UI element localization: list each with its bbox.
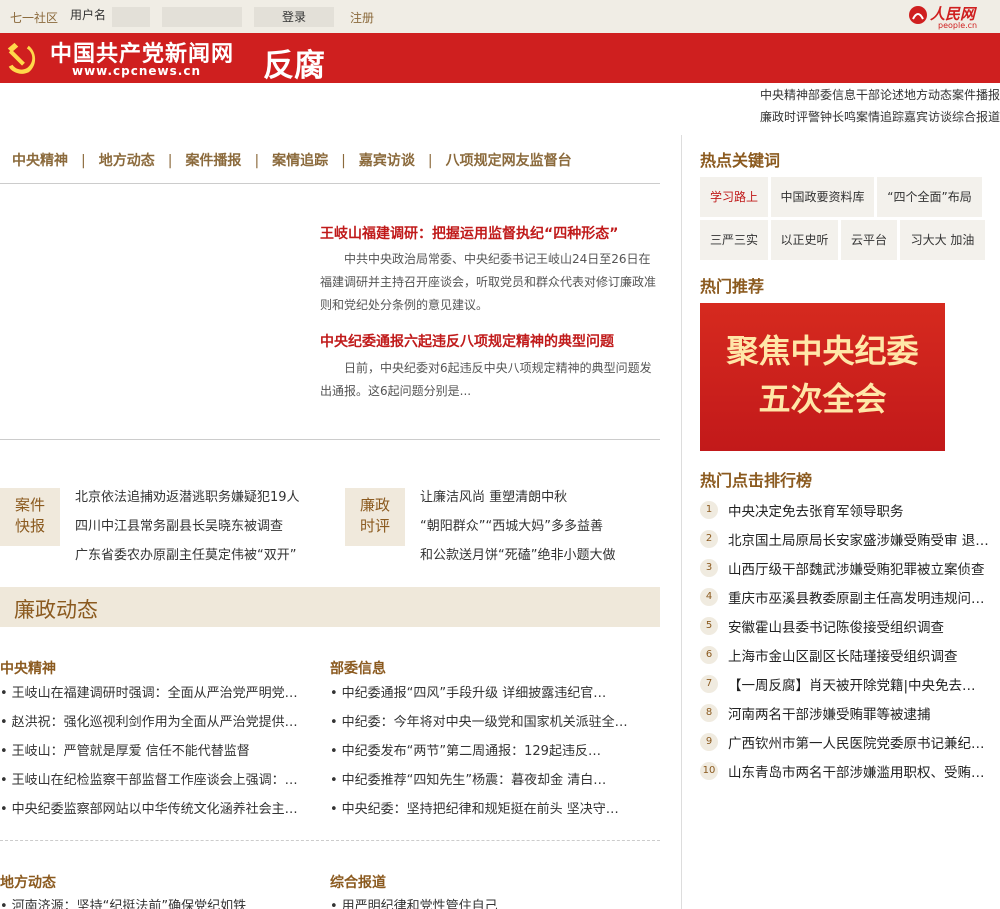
- people-logo[interactable]: 人民网 people.cn: [908, 3, 978, 31]
- list-item[interactable]: 河南济源：坚持“纪挺法前”确保党纪如铁: [0, 895, 246, 909]
- rank-title[interactable]: 山东青岛市两名干部涉嫌滥用职权、受贿…: [728, 761, 985, 781]
- story-summary: 中共中央政治局常委、中央纪委书记王岐山24日至26日在福建调研并主持召开座谈会，…: [320, 252, 657, 312]
- list-item[interactable]: 中纪委通报“四风”手段升级 详细披露违纪官…: [330, 682, 607, 701]
- site-banner: 中国共产党新闻网 www.cpcnews.cn 反腐: [0, 33, 1000, 84]
- party-emblem-icon: [7, 42, 36, 74]
- rank-number: 7: [700, 675, 718, 693]
- keyword-tag[interactable]: 学习路上: [700, 177, 768, 217]
- rank-title[interactable]: 上海市金山区副区长陆瑾接受组织调查: [728, 645, 958, 665]
- rank-number: 9: [700, 733, 718, 751]
- comment-news-item[interactable]: 和公款送月饼“死磕”绝非小题大做: [420, 544, 615, 563]
- comment-news-item[interactable]: “朝阳群众”“西城大妈”多多益善: [420, 515, 603, 534]
- list-item[interactable]: 用严明纪律和党性管住自己: [330, 895, 498, 909]
- rank-title[interactable]: 安徽霍山县委书记陈俊接受组织调查: [728, 616, 944, 636]
- nav-separator: |: [167, 153, 173, 169]
- rank-number: 5: [700, 617, 718, 635]
- rank-number: 1: [700, 501, 718, 519]
- column-divider: [681, 135, 682, 909]
- rank-number: 4: [700, 588, 718, 606]
- login-button[interactable]: 登录: [254, 7, 334, 27]
- nav-separator: |: [254, 153, 260, 169]
- promo-banner[interactable]: 聚焦中央纪委 五次全会: [700, 303, 945, 451]
- rank-title[interactable]: 【一周反腐】肖天被开除党籍|中央免去…: [728, 674, 976, 694]
- username-input[interactable]: [112, 7, 150, 27]
- rank-title[interactable]: 山西厅级干部魏武涉嫌受贿犯罪被立案侦查: [728, 558, 985, 578]
- promo-line: 五次全会: [758, 380, 887, 418]
- list-item[interactable]: 王岐山在福建调研时强调：全面从严治党严明党…: [0, 682, 298, 701]
- hot-keywords-title: 热点关键词: [700, 151, 781, 170]
- site-url: www.cpcnews.cn: [72, 64, 201, 78]
- divider: [0, 840, 660, 841]
- divider: [0, 439, 660, 440]
- ministry-heading[interactable]: 部委信息: [330, 658, 386, 678]
- rank-title[interactable]: 中央决定免去张育军领导职务: [728, 500, 904, 520]
- local-heading[interactable]: 地方动态: [0, 872, 56, 892]
- rank-title[interactable]: 河南两名干部涉嫌受贿罪等被逮捕: [728, 703, 931, 723]
- list-item[interactable]: 王岐山：严管就是厚爱 信任不能代替监督: [0, 740, 250, 759]
- nav-item-interviews[interactable]: 嘉宾访谈: [359, 153, 415, 169]
- register-link[interactable]: 注册: [350, 9, 374, 26]
- nav-item-tracking[interactable]: 案情追踪: [272, 153, 328, 169]
- rank-title[interactable]: 重庆市巫溪县教委原副主任高发明违规问…: [728, 587, 985, 607]
- people-logo-icon: [909, 6, 927, 24]
- case-bulletin-badge[interactable]: 案件 快报: [0, 488, 60, 546]
- keyword-tag[interactable]: 三严三实: [700, 220, 768, 260]
- rank-title[interactable]: 广西钦州市第一人民医院党委原书记兼纪…: [728, 732, 985, 752]
- top-links-row-1[interactable]: 中央精神部委信息干部论述地方动态案件播报: [760, 86, 1000, 103]
- password-input[interactable]: [162, 7, 242, 27]
- list-item[interactable]: 王岐山在纪检监察干部监督工作座谈会上强调：…: [0, 769, 298, 788]
- main-nav: 中央精神 | 地方动态 | 案件播报 | 案情追踪 | 嘉宾访谈 | 八项规定网友监督台: [12, 150, 572, 170]
- top-links-row-2[interactable]: 廉政时评警钟长鸣案情追踪嘉宾访谈综合报道: [760, 108, 1000, 125]
- promo-line: 聚焦中央纪委: [726, 332, 919, 370]
- nav-separator: |: [341, 153, 346, 169]
- nav-item-supervision[interactable]: 八项规定网友监督台: [446, 153, 572, 169]
- nav-item-local[interactable]: 地方动态: [99, 153, 155, 169]
- rank-number: 3: [700, 559, 718, 577]
- hot-recommend-title: 热门推荐: [700, 277, 765, 296]
- commentary-badge[interactable]: 廉政 时评: [345, 488, 405, 546]
- general-heading[interactable]: 综合报道: [330, 872, 386, 892]
- people-logo-url: people.cn: [938, 21, 978, 30]
- rank-title[interactable]: 北京国土局原局长安家盛涉嫌受贿受审 退…: [728, 529, 989, 549]
- rank-number: 2: [700, 530, 718, 548]
- keyword-tag[interactable]: 习大大 加油: [900, 220, 985, 260]
- list-item[interactable]: 中纪委：今年将对中央一级党和国家机关派驻全…: [330, 711, 628, 730]
- rank-number: 10: [700, 762, 718, 780]
- username-label: 用户名: [70, 8, 107, 22]
- nav-separator: |: [427, 153, 433, 169]
- list-item[interactable]: 中央纪委：坚持把纪律和规矩挺在前头 坚决守…: [330, 798, 619, 817]
- rank-number: 8: [700, 704, 718, 722]
- central-heading[interactable]: 中央精神: [0, 658, 56, 678]
- case-news-item[interactable]: 广东省委农办原副主任莫定伟被“双开”: [75, 544, 296, 563]
- rank-number: 6: [700, 646, 718, 664]
- dynamics-header: 廉政动态: [0, 587, 660, 627]
- list-item[interactable]: 中纪委推荐“四知先生”杨震：暮夜却金 清白…: [330, 769, 607, 788]
- story-title[interactable]: 中央纪委通报六起违反八项规定精神的典型问题: [320, 331, 614, 351]
- comment-news-item[interactable]: 让廉洁风尚 重塑清朗中秋: [420, 486, 567, 505]
- divider: [0, 183, 660, 184]
- nav-item-cases[interactable]: 案件播报: [185, 153, 241, 169]
- case-news-item[interactable]: 北京依法追捕劝返潜逃职务嫌疑犯19人: [75, 486, 300, 505]
- keyword-tag[interactable]: 云平台: [841, 220, 897, 260]
- community-link[interactable]: 七一社区: [10, 9, 58, 26]
- list-item[interactable]: 中央纪委监察部网站以中华传统文化涵养社会主…: [0, 798, 298, 817]
- keyword-tag[interactable]: “四个全面”布局: [877, 177, 982, 217]
- list-item[interactable]: 赵洪祝：强化巡视利剑作用为全面从严治党提供…: [0, 711, 298, 730]
- dynamics-title[interactable]: 廉政动态: [14, 594, 98, 624]
- keyword-tag[interactable]: 中国政要资料库: [771, 177, 874, 217]
- nav-separator: |: [81, 153, 86, 169]
- keyword-tag[interactable]: 以正史听: [771, 220, 838, 260]
- list-item[interactable]: 中纪委发布“两节”第二周通报：129起违反…: [330, 740, 601, 759]
- ranking-title: 热门点击排行榜: [700, 471, 813, 490]
- story-title[interactable]: 王岐山福建调研：把握运用监督执纪“四种形态”: [320, 223, 618, 243]
- top-bar: 七一社区 用户名 登录 注册 人民网 people.cn: [0, 0, 1000, 33]
- nav-item-central[interactable]: 中央精神: [12, 153, 68, 169]
- story-summary: 日前，中央纪委对6起违反中央八项规定精神的典型问题发出通报。这6起问题分别是..…: [320, 361, 652, 398]
- section-title: 反腐: [263, 48, 325, 84]
- case-news-item[interactable]: 四川中江县常务副县长吴晓东被调查: [75, 515, 283, 534]
